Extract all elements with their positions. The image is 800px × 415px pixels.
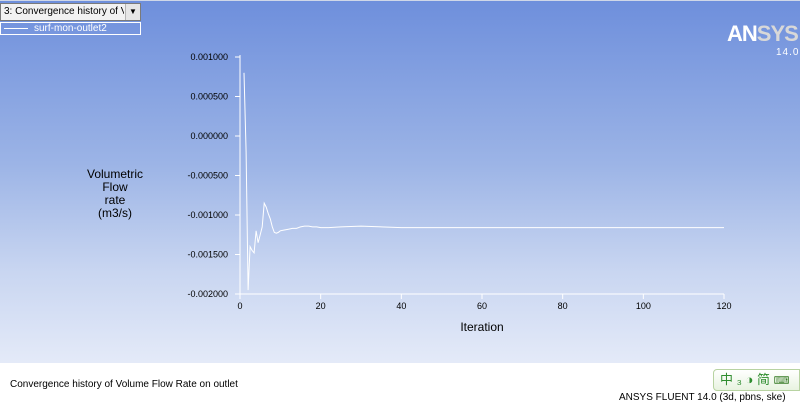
x-tick-label: 0 (237, 301, 242, 311)
x-tick-label: 40 (396, 301, 406, 311)
ime-status-text: 中 ₃ ◑ 简 (720, 372, 770, 387)
x-tick-label: 60 (477, 301, 487, 311)
y-tick-label: -0.001500 (187, 250, 228, 260)
y-tick-label: 0.000500 (190, 92, 228, 102)
y-tick-label: 0.001000 (190, 52, 228, 62)
y-tick-label: -0.002000 (187, 289, 228, 299)
x-tick-label: 80 (558, 301, 568, 311)
x-axis-label: Iteration (460, 320, 503, 334)
footer-solver-info: ANSYS FLUENT 14.0 (3d, pbns, ske) (619, 392, 786, 403)
x-tick-label: 20 (316, 301, 326, 311)
ime-status-indicator[interactable]: 中 ₃ ◑ 简 ⌨ (713, 369, 800, 391)
keyboard-icon[interactable]: ⌨ (774, 375, 790, 387)
y-tick-label: -0.000500 (187, 171, 228, 181)
convergence-chart: 0.001000 0.000500 0.000000 -0.000500 -0.0010… (187, 52, 731, 334)
x-tick-label: 120 (716, 301, 731, 311)
y-tick-label: -0.001000 (187, 210, 228, 220)
y-tick-label: 0.000000 (190, 131, 228, 141)
series-line-surf-mon-outlet2 (243, 72, 724, 291)
footer-description: Convergence history of Volume Flow Rate … (10, 379, 238, 390)
x-tick-label: 100 (636, 301, 651, 311)
